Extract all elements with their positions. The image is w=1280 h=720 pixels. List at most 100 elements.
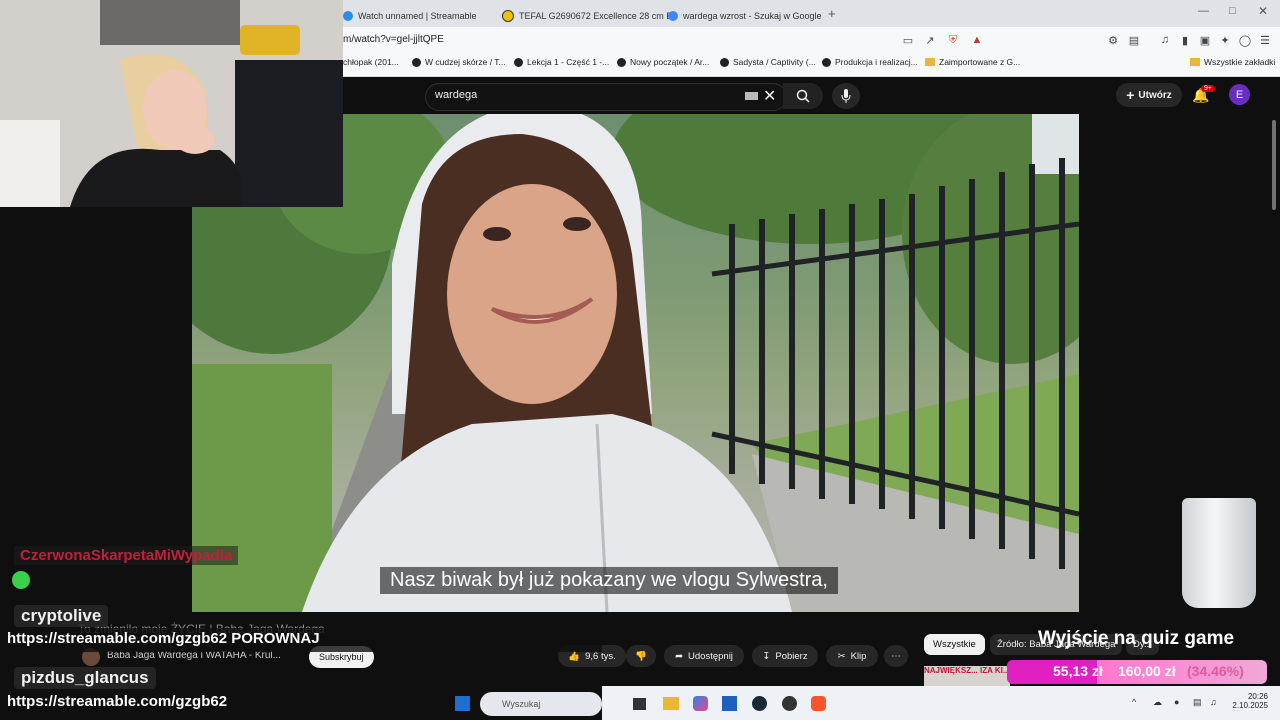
taskbar-search-placeholder: Wyszukaj bbox=[502, 699, 541, 709]
clear-search-icon[interactable]: ✕ bbox=[763, 86, 776, 106]
cast-icon[interactable]: ▭ bbox=[901, 33, 915, 47]
avatar[interactable]: E bbox=[1229, 84, 1250, 105]
clip-button[interactable]: ✂ Klip bbox=[826, 645, 878, 667]
bookmark-item[interactable]: chłopak (201... bbox=[343, 57, 399, 67]
steam-icon[interactable] bbox=[752, 696, 767, 711]
taskbar-search[interactable]: Wyszukaj bbox=[480, 692, 602, 716]
search-input[interactable] bbox=[425, 83, 787, 111]
more-icon: ⋯ bbox=[891, 650, 901, 662]
maximize-button[interactable]: □ bbox=[1229, 5, 1236, 17]
new-tab-button[interactable]: + bbox=[828, 6, 836, 21]
bookmark-icon bbox=[412, 57, 421, 67]
chat-message: https://streamable.com/gzgb62 POROWNAJ bbox=[7, 630, 320, 647]
bookmark-label: Zaimportowane z G... bbox=[939, 57, 1021, 67]
bookmark-item[interactable]: Sadysta / Captivity (... bbox=[720, 57, 816, 67]
tray-mic-icon[interactable]: ● bbox=[1174, 697, 1179, 707]
extensions-icon[interactable]: ⚙ bbox=[1106, 33, 1120, 47]
page-scrollbar[interactable] bbox=[1272, 120, 1276, 210]
dislike-button[interactable]: 👎 bbox=[626, 645, 656, 667]
tab-google[interactable]: wardega wzrost - Szukaj w Google bbox=[668, 4, 822, 27]
thumbs-down-icon: 👎 bbox=[635, 650, 647, 662]
goal-target: 160,00 zł bbox=[1118, 663, 1176, 679]
volume-icon[interactable]: ♫ bbox=[1210, 697, 1217, 707]
leo-ai-icon[interactable]: ✦ bbox=[1218, 33, 1232, 47]
search-button[interactable] bbox=[783, 83, 823, 109]
google-icon bbox=[668, 10, 678, 21]
chat-username: CzerwonaSkarpetaMiWypadla bbox=[14, 546, 239, 565]
close-window-button[interactable]: ✕ bbox=[1258, 4, 1268, 18]
brave-shield-icon[interactable]: ⛨ bbox=[946, 33, 960, 47]
file-explorer-icon[interactable] bbox=[663, 697, 679, 710]
clip-label: Klip bbox=[850, 650, 867, 662]
chat-username: pizdus_glancus bbox=[14, 667, 156, 689]
like-count: 9,6 tys. bbox=[585, 650, 616, 662]
reader-icon[interactable]: ▤ bbox=[1127, 33, 1141, 47]
tab-streamable[interactable]: Watch unnamed | Streamable bbox=[343, 4, 477, 27]
scissors-icon: ✂ bbox=[837, 650, 846, 662]
all-bookmarks[interactable]: Wszystkie zakładki bbox=[1190, 57, 1275, 67]
clock[interactable]: 20:26 2.10.2025 bbox=[1232, 692, 1268, 710]
bookmark-folder[interactable]: Zaimportowane z G... bbox=[925, 57, 1020, 67]
tab-label: Watch unnamed | Streamable bbox=[358, 10, 477, 21]
share-label: Udostępnij bbox=[688, 650, 733, 662]
notification-badge: 9+ bbox=[1201, 85, 1215, 92]
bookmark-item[interactable]: W cudzej skórze / T... bbox=[412, 57, 506, 67]
copilot-icon[interactable] bbox=[693, 696, 708, 711]
create-button[interactable]: + Utwórz bbox=[1116, 83, 1182, 107]
chat-username: cryptolive bbox=[14, 605, 109, 627]
clock-date: 2.10.2025 bbox=[1232, 701, 1268, 710]
network-icon[interactable]: ▤ bbox=[1193, 697, 1202, 708]
chat-emote-icon bbox=[12, 571, 30, 589]
download-label: Pobierz bbox=[775, 650, 808, 662]
bookmark-icon bbox=[514, 57, 523, 67]
bookmark-item[interactable]: Lekcja 1 - Część 1 -... bbox=[514, 57, 609, 67]
windows-start-icon[interactable] bbox=[455, 696, 470, 711]
bookmark-label: Lekcja 1 - Część 1 -... bbox=[527, 57, 610, 67]
tab-label: wardega wzrost - Szukaj w Google bbox=[683, 10, 822, 21]
sidebar-icon[interactable]: ▮ bbox=[1178, 33, 1192, 47]
obs-icon[interactable] bbox=[782, 696, 797, 711]
folder-icon bbox=[1190, 58, 1200, 66]
tab-tefal[interactable]: TEFAL G2690672 Excellence 28 cm Bı bbox=[502, 4, 675, 27]
more-actions-button[interactable]: ⋯ bbox=[884, 645, 908, 667]
wallet-icon[interactable]: ▣ bbox=[1198, 33, 1212, 47]
minimize-button[interactable]: — bbox=[1198, 5, 1209, 17]
store-icon[interactable] bbox=[722, 696, 737, 711]
share-icon[interactable]: ↗ bbox=[923, 33, 937, 47]
bookmark-item[interactable]: Produkcja i realizacj... bbox=[822, 57, 918, 67]
bookmark-label: Wszystkie zakładki bbox=[1204, 57, 1276, 67]
task-view-icon[interactable] bbox=[633, 698, 646, 710]
voice-search-button[interactable] bbox=[832, 83, 860, 109]
brave-rewards-icon[interactable]: ▲ bbox=[970, 33, 984, 47]
quiz-overlay-text: Wyjście na quiz game bbox=[1038, 628, 1235, 649]
onedrive-icon[interactable]: ☁ bbox=[1153, 697, 1162, 708]
download-button[interactable]: ↧ Pobierz bbox=[752, 645, 818, 667]
goal-current: 55,13 zł bbox=[1053, 663, 1103, 679]
share-button[interactable]: ➦ Udostępnij bbox=[664, 645, 744, 667]
chip-all[interactable]: Wszystkie bbox=[924, 634, 985, 655]
glass-overlay-image bbox=[1182, 498, 1256, 608]
search-icon bbox=[796, 89, 810, 103]
bookmark-label: Sadysta / Captivity (... bbox=[733, 57, 816, 67]
bookmark-label: chłopak (201... bbox=[343, 57, 399, 67]
plus-icon: + bbox=[1126, 87, 1135, 103]
video-subtitle: Nasz biwak był już pokazany we vlogu Syl… bbox=[380, 567, 838, 594]
tab-label: TEFAL G2690672 Excellence 28 cm Bı bbox=[519, 10, 675, 21]
thumbs-up-icon: 👍 bbox=[568, 650, 581, 662]
bookmark-item[interactable]: Nowy początek / Ar... bbox=[617, 57, 709, 67]
menu-icon[interactable]: ☰ bbox=[1258, 33, 1272, 47]
folder-icon bbox=[925, 58, 935, 66]
brave-icon[interactable] bbox=[811, 696, 826, 711]
music-icon[interactable]: ♫ bbox=[1158, 33, 1172, 47]
vpn-icon[interactable]: ◯ bbox=[1238, 33, 1252, 47]
bookmark-label: Nowy początek / Ar... bbox=[630, 57, 710, 67]
keyboard-icon[interactable] bbox=[745, 92, 758, 100]
share-arrow-icon: ➦ bbox=[675, 650, 684, 662]
url-field[interactable]: m/watch?v=gel-jjltQPE bbox=[343, 34, 444, 45]
tray-chevron-icon[interactable]: ^ bbox=[1132, 697, 1136, 707]
bookmark-label: Produkcja i realizacj... bbox=[835, 57, 918, 67]
goal-percent: (34.46%) bbox=[1187, 663, 1244, 679]
recommendation-thumbnail[interactable]: NAJWIĘKSZ... IZA KI... bbox=[924, 666, 1010, 686]
streamable-icon bbox=[343, 10, 353, 21]
webcam-feed bbox=[0, 0, 343, 207]
